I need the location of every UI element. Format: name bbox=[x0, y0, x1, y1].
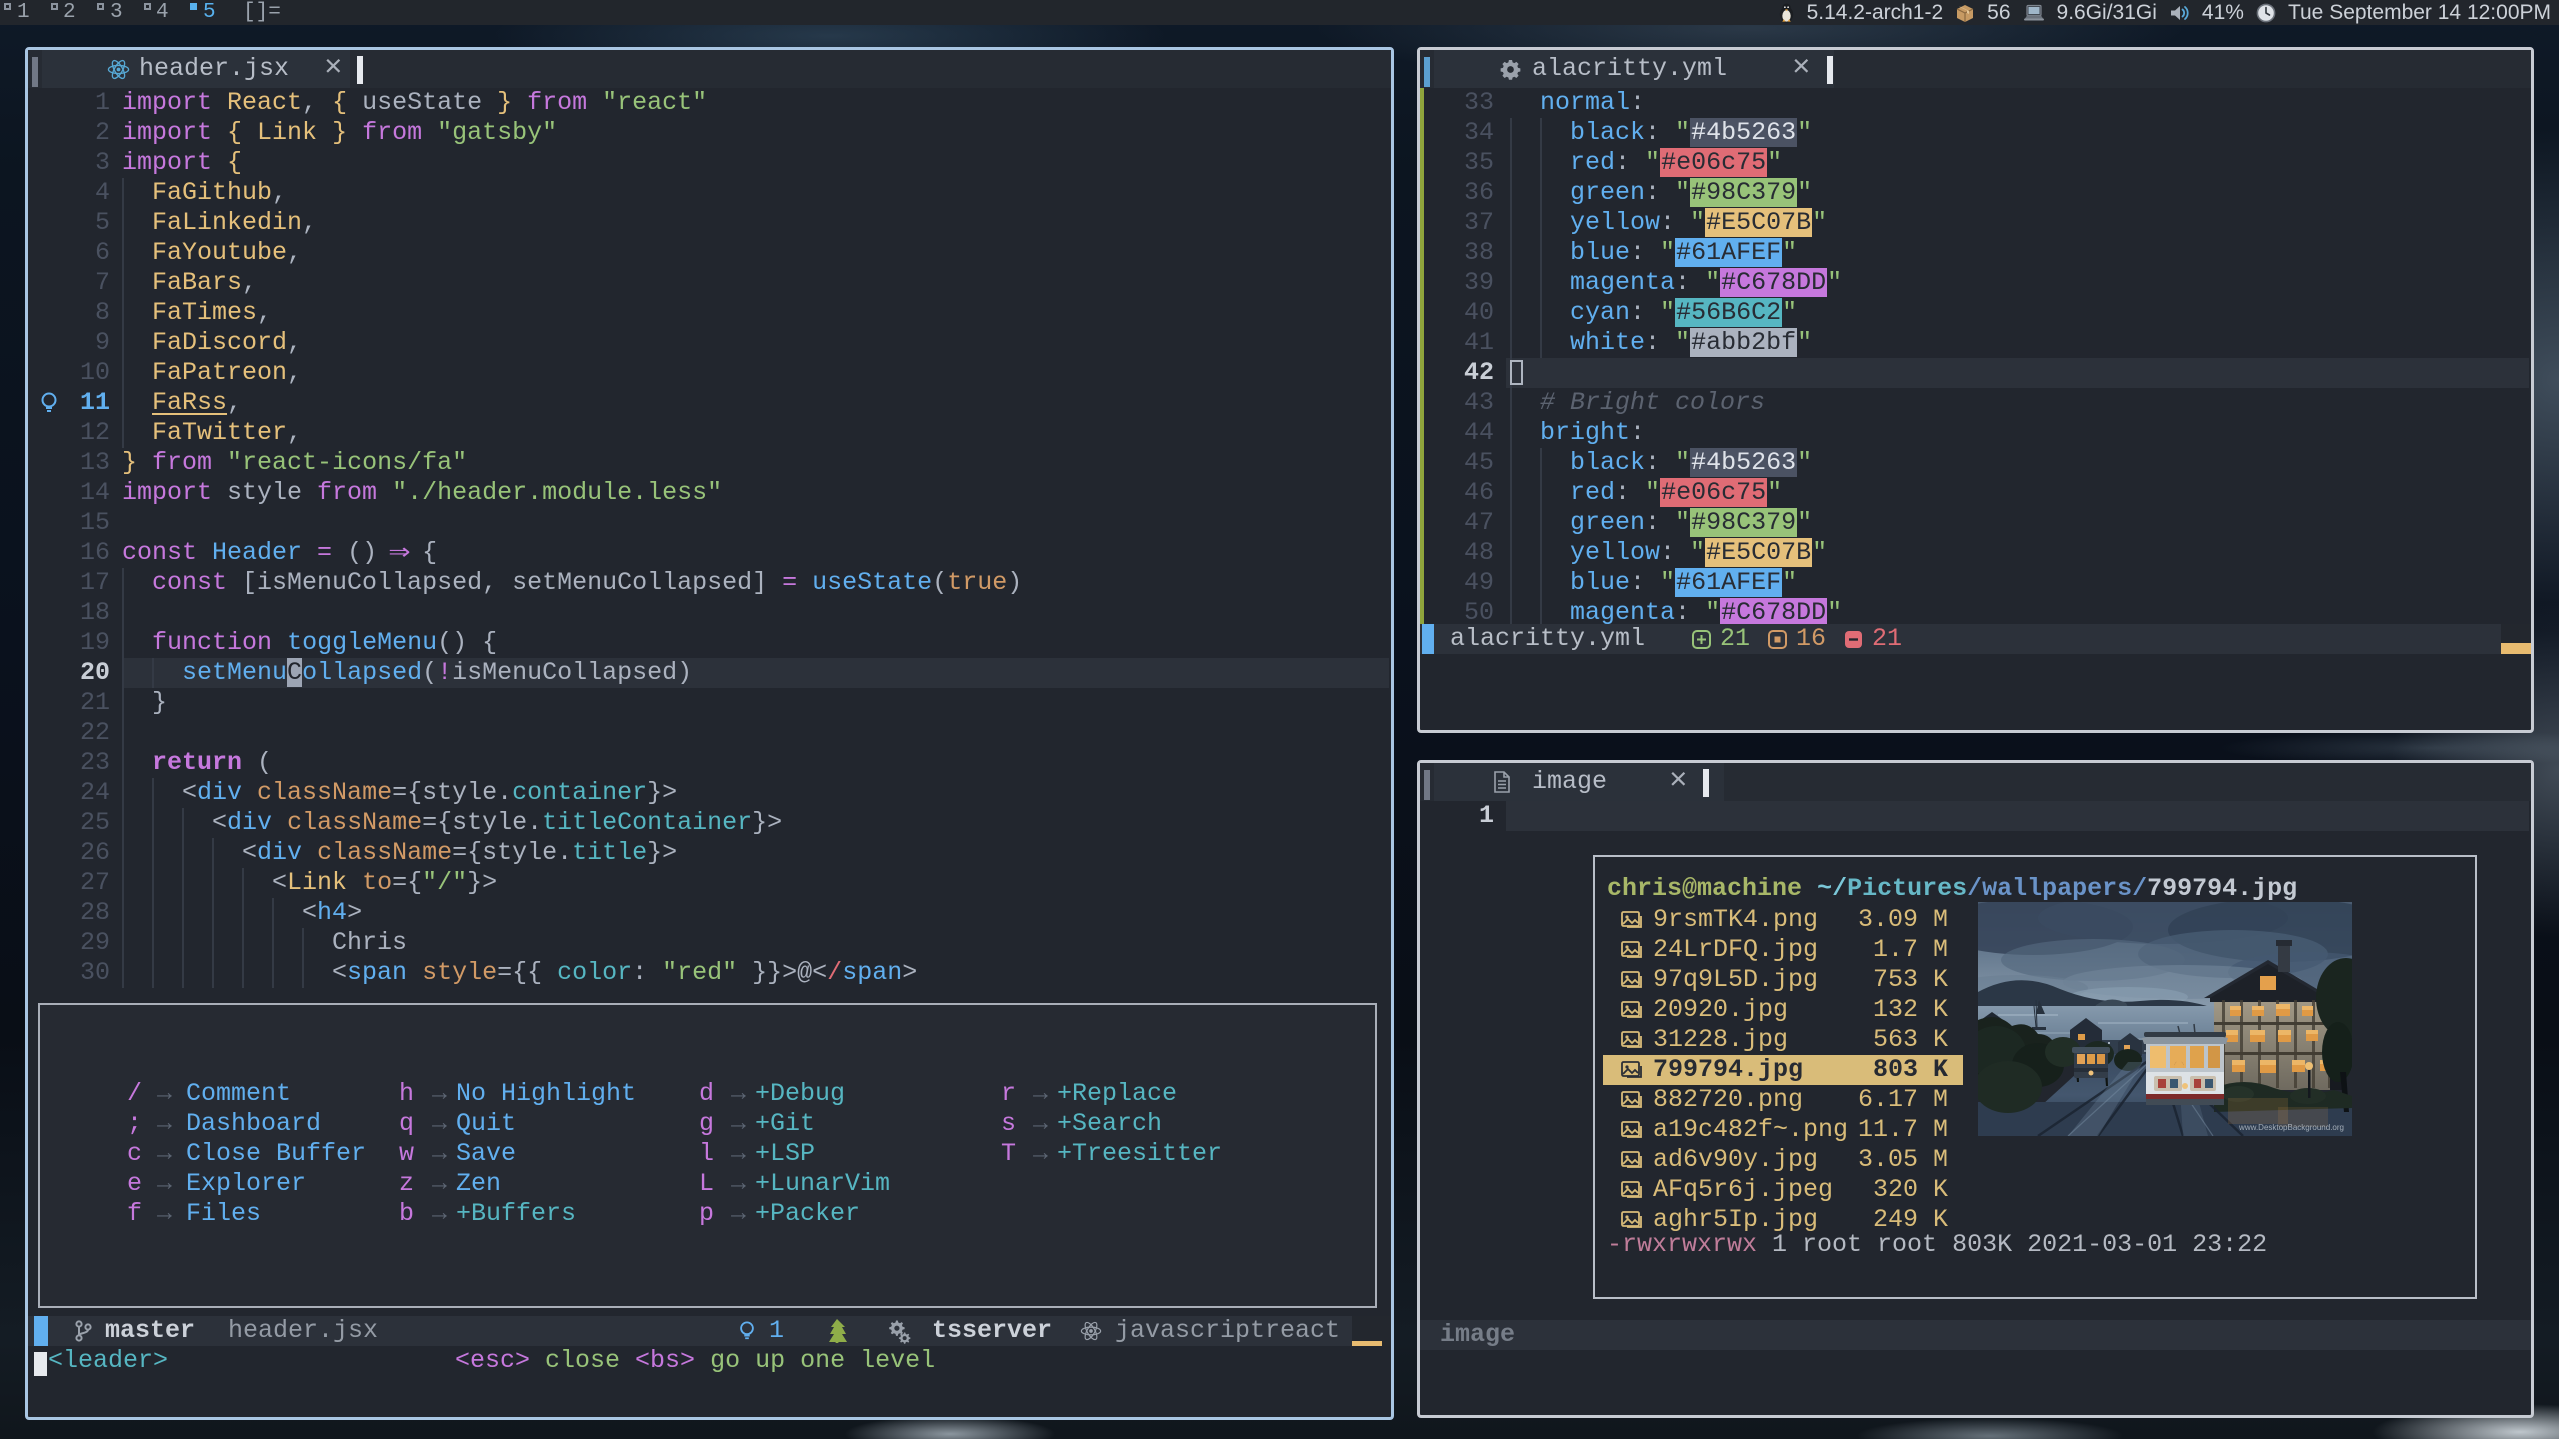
svg-text:www.DesktopBackground.org: www.DesktopBackground.org bbox=[2238, 1123, 2344, 1132]
